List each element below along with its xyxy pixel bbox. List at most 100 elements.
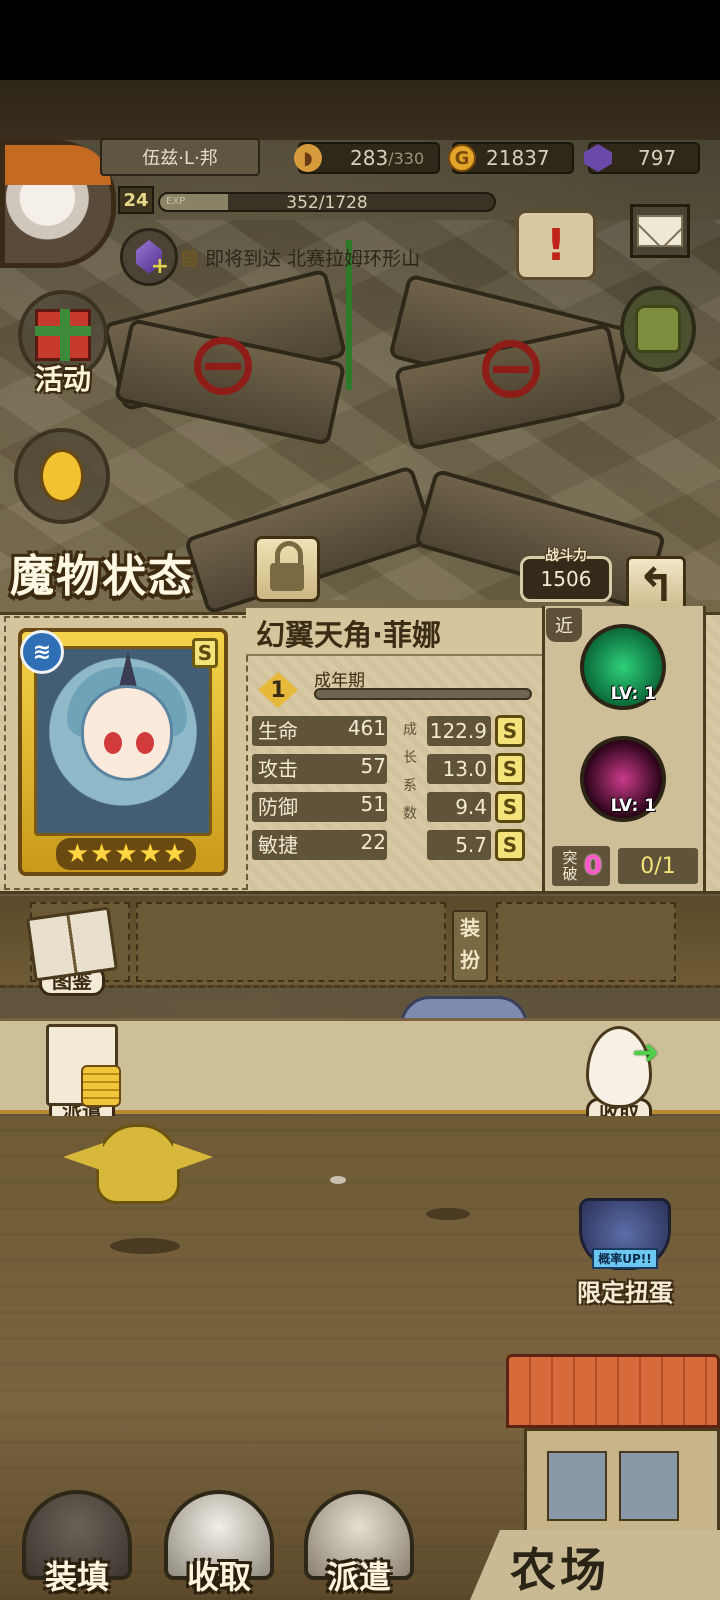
- news-prefix: 兽: [180, 248, 200, 270]
- stat-value: 22: [360, 830, 386, 854]
- stat-value: 461: [347, 716, 386, 740]
- egg-hatch-circle: [14, 428, 110, 524]
- purple-gem-icon: [584, 144, 612, 172]
- growth-grade: S: [495, 715, 525, 747]
- codex-button[interactable]: 图鉴: [25, 906, 119, 996]
- growth-label-char: 数: [403, 806, 417, 822]
- gift-icon: [35, 309, 91, 361]
- sparkle-skill-icon[interactable]: LV: 1: [580, 736, 666, 822]
- growth-value: 5.7: [427, 830, 491, 860]
- skill-level: LV: 1: [610, 684, 656, 704]
- backpack-button[interactable]: [620, 286, 696, 372]
- breakthrough-progress: 0/1: [618, 848, 698, 884]
- news-gem-button[interactable]: +: [120, 228, 178, 286]
- player-level: 24: [118, 186, 154, 214]
- collect-small-button[interactable]: ➜ 收取: [586, 1026, 659, 1128]
- star-rating: ★ ★ ★ ★ ★: [56, 838, 196, 870]
- combat-power-value: 1506: [540, 567, 592, 591]
- news-ticker: 兽 即将到达 北赛拉姆环形山: [180, 244, 420, 271]
- news-text: 即将到达 北赛拉姆环形山: [205, 248, 421, 270]
- lock-button[interactable]: [254, 536, 320, 602]
- hud-top-strip: [0, 80, 720, 140]
- growth-grade: S: [495, 791, 525, 823]
- shelf-slot: [136, 902, 446, 982]
- rank-badge: S: [192, 638, 218, 668]
- stat-row-hp: 生命 461 122.9 S: [252, 715, 540, 747]
- equip-tab[interactable]: 装扮: [452, 910, 488, 982]
- no-entry-icon: [194, 337, 252, 395]
- combat-power-label: 战斗力: [545, 548, 587, 564]
- skill-level: LV: 1: [610, 796, 656, 816]
- envelope-icon: [637, 215, 683, 247]
- dispatch-label: 派遣: [326, 1558, 391, 1596]
- egg-hatch-button[interactable]: [14, 428, 110, 524]
- food-max: /330: [388, 148, 425, 168]
- gem-value: 797: [638, 146, 677, 170]
- yellow-creature: [96, 1124, 180, 1204]
- food-counter[interactable]: ◗ 283/330: [294, 142, 440, 174]
- book-icon: [25, 906, 119, 982]
- gem-counter[interactable]: 797: [584, 142, 700, 174]
- growth-label-char: 长: [403, 750, 417, 766]
- farm-label[interactable]: 农场: [510, 1534, 610, 1600]
- mail-button[interactable]: [630, 204, 690, 258]
- load-button[interactable]: 装填: [14, 1472, 140, 1600]
- limited-gacha-button[interactable]: 概率UP!! 限定扭蛋: [560, 1198, 690, 1310]
- coins-icon: [81, 1065, 121, 1107]
- food-value: 283: [350, 146, 389, 170]
- load-label: 装填: [44, 1558, 109, 1596]
- dispatch-small-button[interactable]: 派遣: [46, 1024, 121, 1126]
- growth-grade: S: [495, 829, 525, 861]
- growth-label-char: 成: [403, 722, 417, 738]
- golden-egg-icon: [40, 449, 84, 503]
- stat-row-agility: 敏捷 22 5.7 S: [252, 829, 540, 861]
- activity-button[interactable]: 活动: [18, 290, 108, 398]
- gold-value: 21837: [486, 146, 550, 170]
- stat-row-attack: 攻击 57 13.0 S: [252, 753, 540, 785]
- stat-row-defense: 防御 51 9.4 S: [252, 791, 540, 823]
- exp-text: 352/1728: [286, 193, 368, 212]
- star-icon: ★: [114, 839, 138, 869]
- document-coins-icon: [46, 1024, 121, 1107]
- monster-eye: [136, 732, 154, 754]
- star-icon: ★: [162, 839, 187, 869]
- stat-value: 57: [360, 754, 386, 778]
- player-name: 伍兹·L·邦: [100, 138, 260, 176]
- stat-value: 51: [360, 792, 386, 816]
- backpack-icon: [635, 305, 681, 353]
- breakthrough-label: 突破: [562, 849, 578, 883]
- tree-skill-icon[interactable]: LV: 1: [580, 624, 666, 710]
- scroll-icon: !: [516, 210, 596, 280]
- range-badge: 近: [546, 608, 582, 642]
- stage-progress-bar: [314, 688, 532, 700]
- growth-value: 122.9: [427, 716, 491, 746]
- player-avatar[interactable]: [0, 140, 116, 268]
- gacha-label: 限定扭蛋: [577, 1279, 673, 1307]
- gold-coin-icon: G: [448, 144, 476, 172]
- growth-value: 9.4: [427, 792, 491, 822]
- star-icon: ★: [90, 839, 114, 869]
- monster-portrait: [34, 646, 212, 836]
- monster-face: [81, 685, 173, 781]
- panel-title: 魔物状态: [10, 551, 194, 602]
- collect-button[interactable]: 收取: [156, 1472, 282, 1600]
- status-bar-area: [0, 0, 720, 80]
- water-icon: ≋: [20, 630, 64, 674]
- exp-bar: EXP 352/1728: [158, 192, 496, 212]
- gold-counter[interactable]: G 21837: [448, 142, 574, 174]
- shadow: [426, 1208, 470, 1220]
- quest-scroll-button[interactable]: !: [516, 210, 596, 280]
- pebble: [330, 1176, 346, 1184]
- monster-name: 幻翼天角·菲娜: [256, 618, 442, 652]
- growth-label-char: 系: [403, 778, 417, 794]
- dispatch-button[interactable]: 派遣: [296, 1472, 422, 1600]
- monster-eye: [104, 732, 122, 754]
- collect-label: 收取: [186, 1558, 251, 1596]
- breakthrough-badge: 突破 0: [552, 846, 610, 886]
- breakthrough-count: 0: [583, 851, 603, 881]
- monster-card[interactable]: ≋ S ★ ★ ★ ★ ★: [18, 628, 228, 876]
- lock-icon: [270, 541, 304, 591]
- combat-power: 战斗力 1506: [520, 548, 612, 602]
- barn-roof: [506, 1354, 720, 1428]
- shelf-slot: [496, 902, 676, 982]
